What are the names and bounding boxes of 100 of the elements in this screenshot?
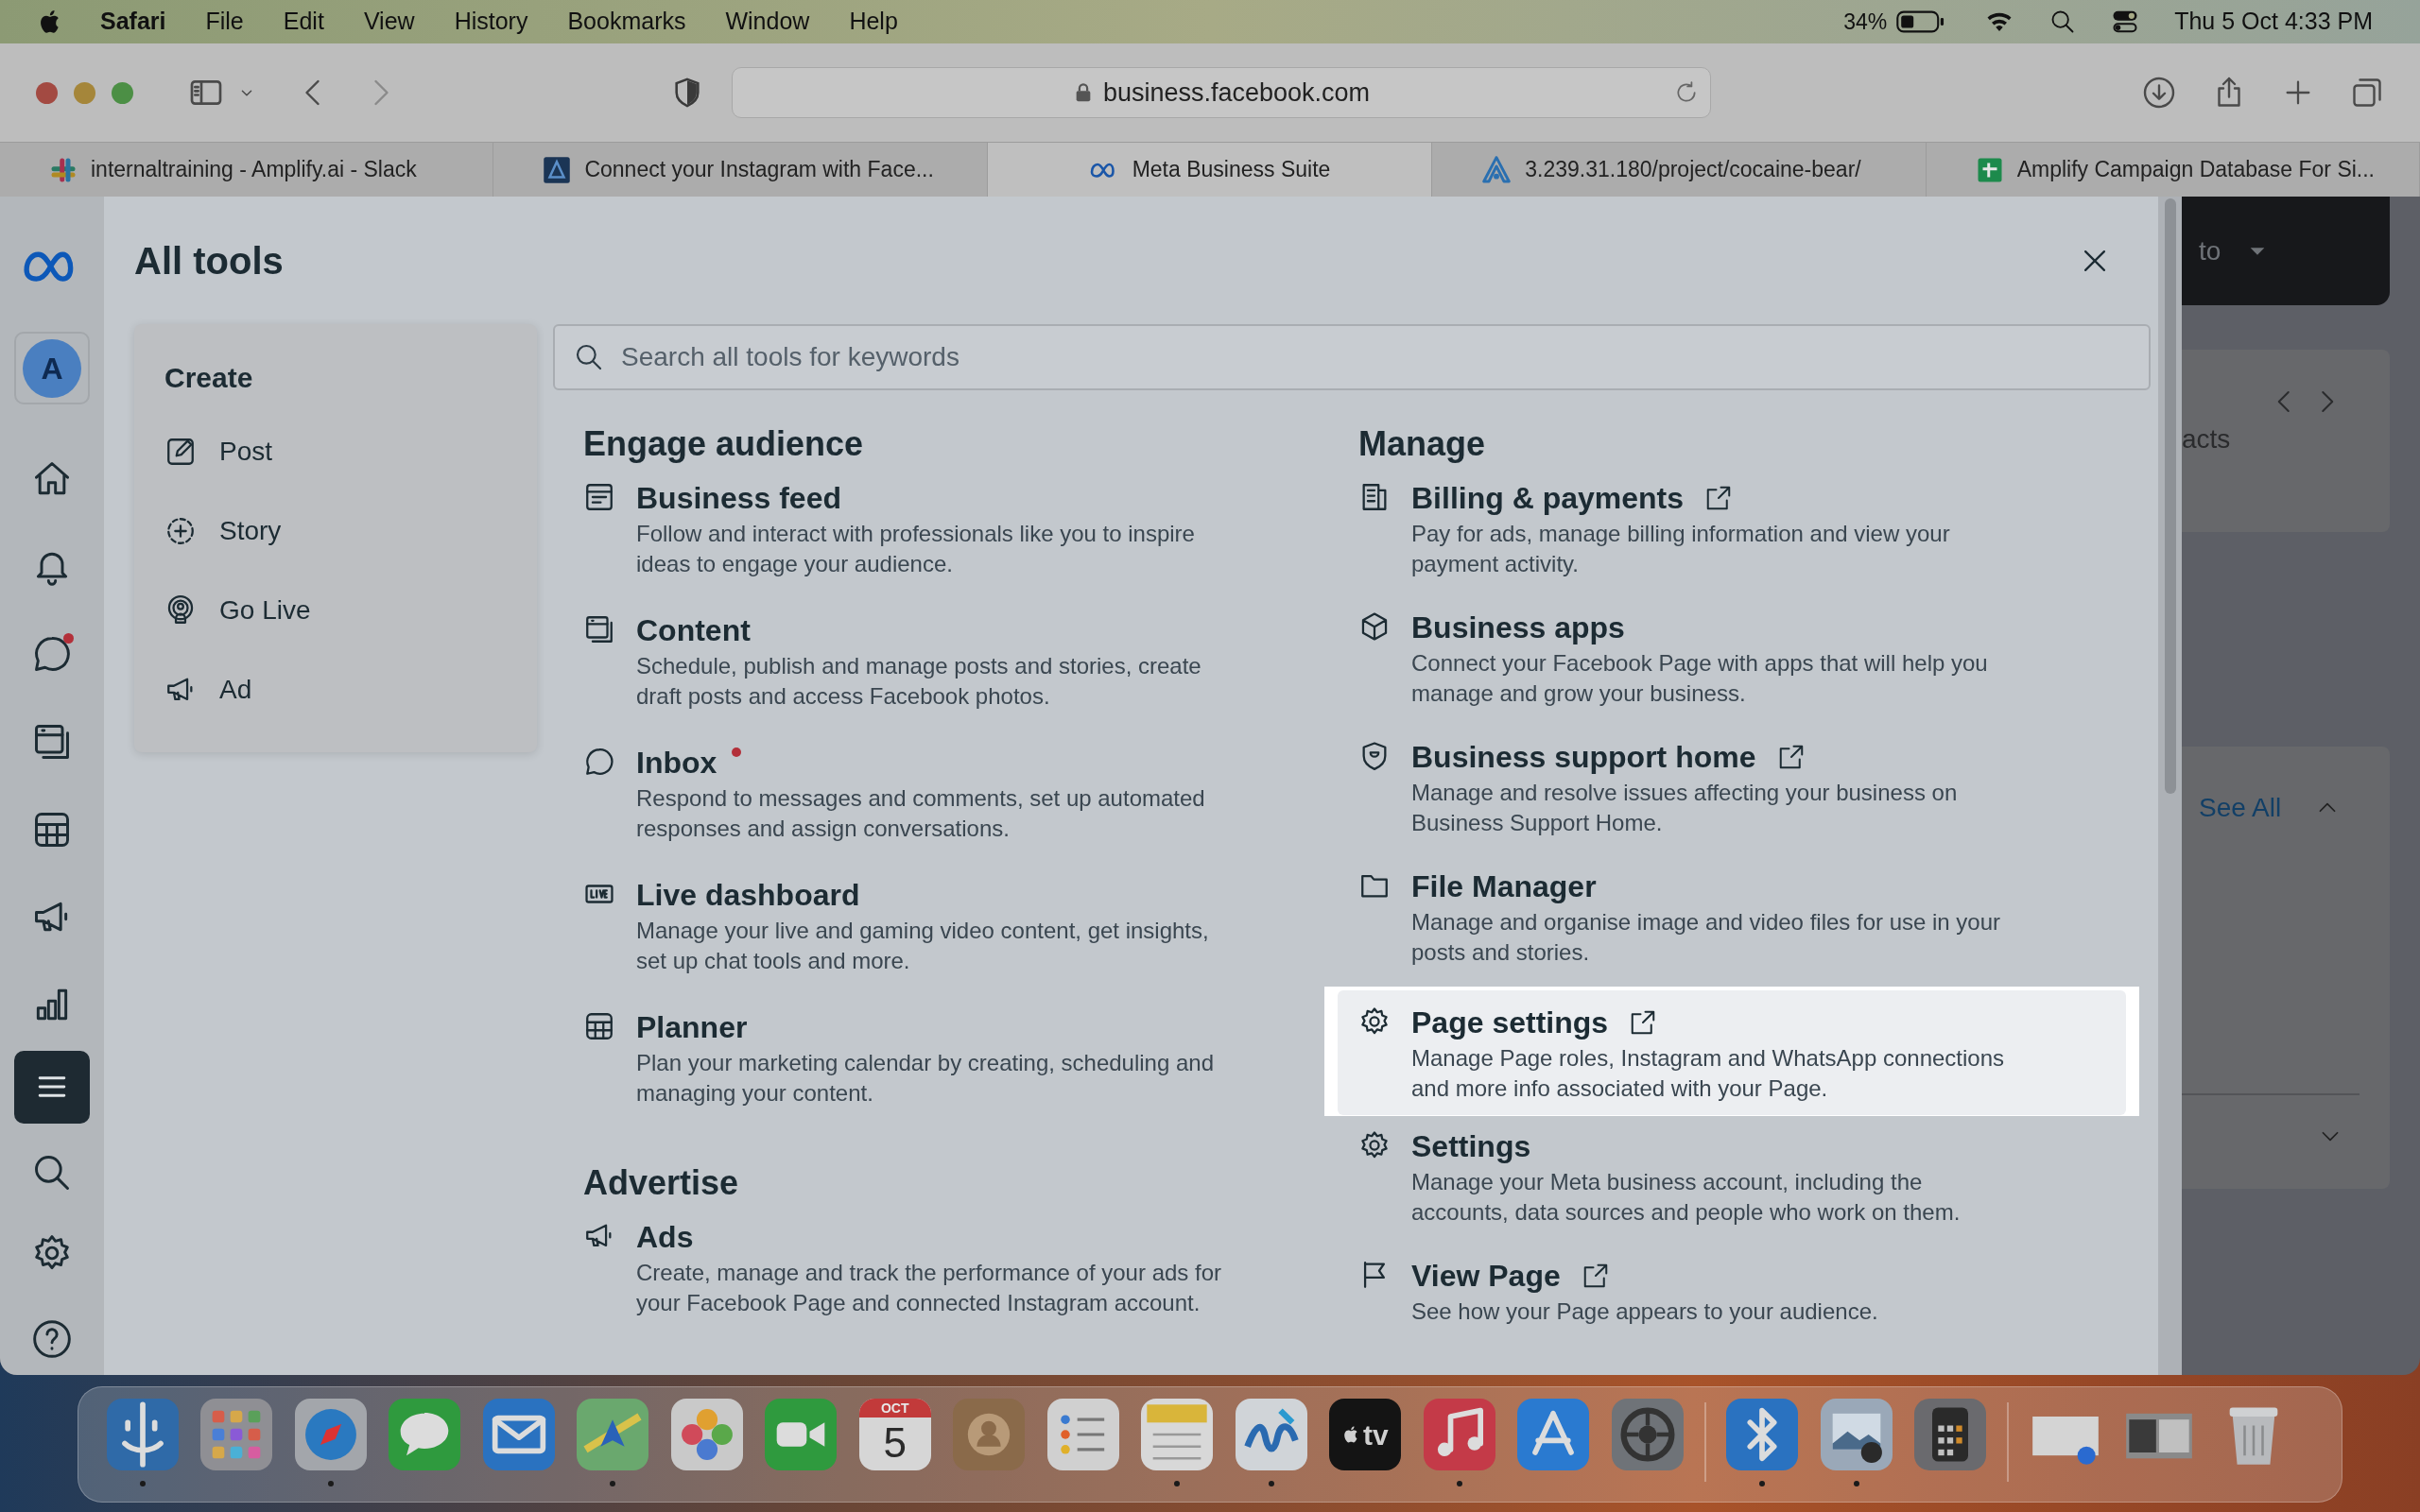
tool-description: Follow and interact with professionals like you to inspire ideas to engage your audience.	[636, 520, 1196, 578]
address-bar[interactable]: business.facebook.com	[732, 67, 1711, 118]
tool-item[interactable]: Business apps Connect your Facebook Page with apps that will help you manage and grow your business.	[1358, 597, 2135, 728]
tool-item[interactable]: View Page See how your Page appears to your audience.	[1358, 1245, 2135, 1375]
menu-item[interactable]: Edit	[283, 4, 324, 40]
tool-description: Manage and organise image and video files for use in your posts and stories.	[1411, 908, 2002, 968]
tool-item[interactable]: Inbox Respond to messages and comments, set up automated responses and assign conversations.	[583, 732, 1321, 865]
tool-description: Create, manage and track the performance of your ads for your Facebook Page and connected Instagram account.	[636, 1259, 1222, 1317]
menu-item[interactable]: History	[454, 4, 528, 40]
app-menu[interactable]: Safari	[100, 4, 166, 40]
tool-title: File Manager	[1411, 868, 1597, 906]
browser-tab[interactable]: Meta Business Suite	[987, 143, 1433, 197]
button-label: to	[2199, 234, 2221, 267]
download-icon[interactable]	[2142, 76, 2176, 110]
tool-item[interactable]: Planner Plan your marketing calendar by creating, scheduling and managing your content.	[583, 997, 1321, 1129]
grid-icon	[583, 1010, 615, 1042]
search-icon	[574, 342, 604, 372]
tab-title: Meta Business Suite	[1132, 156, 1331, 184]
tool-item[interactable]: Ads Create, manage and track the performance of your ads for your Facebook Page and connected Instagram account.	[583, 1207, 1321, 1339]
tool-item[interactable]: Live dashboard Manage your live and gaming video content, get insights, set up chat tools and more.	[583, 865, 1321, 997]
app-store-icon[interactable]	[1517, 1399, 1590, 1470]
tab-title: Connect your Instagram with Face...	[584, 156, 934, 184]
edit-icon	[164, 436, 197, 468]
avatar: A	[23, 338, 81, 398]
tool-description: Pay for ads, manage billing information and view your payment activity.	[1411, 520, 1951, 578]
gear-icon[interactable]	[1611, 1399, 1684, 1470]
tool-title: Business apps	[1411, 610, 1625, 647]
preview-icon[interactable]	[1820, 1399, 1893, 1470]
tool-title: Billing & payments	[1411, 480, 1685, 517]
envelope-icon[interactable]	[482, 1399, 555, 1470]
battery-percentage: 34%	[1843, 8, 1888, 36]
close-window-button[interactable]	[36, 81, 58, 104]
tool-item[interactable]: Business feed Follow and interact with professionals like you to inspire ideas to engage your audience.	[583, 468, 1321, 600]
flower-icon[interactable]	[670, 1399, 743, 1470]
tool-item[interactable]: Business support home Manage and resolve issues affecting your business on Business Support Home.	[1358, 727, 2135, 857]
tab-overview-icon[interactable]	[2350, 76, 2384, 110]
speech-bubble-icon[interactable]	[389, 1399, 461, 1470]
video-camera-icon[interactable]	[765, 1399, 838, 1470]
tool-description: Manage your live and gaming video content, get insights, set up chat tools and more.	[636, 917, 1210, 975]
calendar-month: OCT	[858, 1399, 931, 1418]
tool-item[interactable]: Page settings Manage Page roles, Instagram and WhatsApp connections and more info associated with your Page.	[1324, 986, 2139, 1116]
tool-description: Manage and resolve issues affecting your business on Business Support Home.	[1411, 779, 1959, 838]
create-item[interactable]: Story	[164, 491, 537, 571]
tv-app-icon[interactable]: tv	[1329, 1399, 1402, 1470]
create-item[interactable]: Post	[164, 412, 537, 491]
notepad-icon[interactable]	[1141, 1399, 1214, 1470]
battery-icon[interactable]	[1896, 9, 1946, 34]
tool-item[interactable]: Settings Manage your Meta business account, including the accounts, data sources and people who work on them.	[1358, 1115, 2135, 1246]
scrollbar-thumb[interactable]	[2164, 198, 2176, 794]
create-item[interactable]: Ad	[164, 650, 537, 730]
tool-title: Planner	[636, 1009, 748, 1046]
menu-item[interactable]: Bookmarks	[567, 4, 686, 40]
music-note-icon[interactable]	[1423, 1399, 1495, 1470]
bluetooth-icon[interactable]	[1726, 1399, 1799, 1470]
tool-description: See how your Page appears to your audience.	[1411, 1297, 1878, 1326]
search-input[interactable]: Search all tools for keywords	[621, 337, 2130, 377]
tool-title: Live dashboard	[636, 877, 860, 914]
tool-description: Schedule, publish and manage posts and stories, create draft posts and access Facebook photos.	[636, 652, 1202, 711]
section-heading: Advertise	[583, 1162, 740, 1204]
zoom-window-button[interactable]	[112, 81, 133, 104]
menu-item[interactable]: Window	[725, 4, 810, 40]
tool-title: View Page	[1411, 1257, 1561, 1295]
pages-icon	[583, 613, 615, 645]
tool-item[interactable]: Billing & payments Pay for ads, manage billing information and view your payment activity.	[1358, 468, 2135, 598]
url-text: business.facebook.com	[1102, 77, 1371, 109]
create-item[interactable]: Go Live	[164, 571, 537, 650]
tool-title: Page settings	[1411, 1004, 1609, 1041]
app-grid-icon[interactable]	[200, 1399, 273, 1470]
scribble-icon[interactable]	[1235, 1399, 1307, 1470]
menu-item[interactable]: Help	[849, 4, 898, 40]
a-logo-icon	[1481, 154, 1512, 185]
tool-item[interactable]: Content Schedule, publish and manage posts and stories, create draft posts and access Facebook photos.	[583, 600, 1321, 732]
map-icon[interactable]	[577, 1399, 649, 1470]
search-field[interactable]: Search all tools for keywords	[553, 324, 2151, 390]
tool-description: Connect your Facebook Page with apps that will help you manage and grow your business.	[1411, 649, 1989, 709]
calculator-icon[interactable]	[1914, 1399, 1987, 1470]
menu-item[interactable]: File	[205, 4, 244, 40]
newsfeed-icon	[583, 481, 615, 513]
menu-bar-clock[interactable]: Thu 5 Oct 4:33 PM	[2174, 4, 2373, 40]
menu-item[interactable]: View	[363, 4, 415, 40]
tab-title: Amplify Campaign Database For Si...	[2016, 156, 2375, 184]
checklist-icon[interactable]	[1046, 1399, 1119, 1470]
tool-title: Business feed	[636, 480, 841, 517]
help-icon	[31, 1317, 73, 1360]
tab-title: internaltraining - Amplify.ai - Slack	[91, 156, 417, 184]
tool-description: Manage your Meta business account, including the accounts, data sources and people who work on them.	[1411, 1167, 1962, 1227]
modal-title: All tools	[134, 238, 284, 284]
tool-item[interactable]: File Manager Manage and organise image and video files for use in your posts and stories.	[1358, 856, 2135, 987]
calendar-day: 5	[883, 1418, 907, 1469]
speech-bubble-icon	[583, 746, 615, 778]
tool-title: Settings	[1411, 1127, 1531, 1165]
dark-button[interactable]: to	[2182, 197, 2390, 305]
calendar-icon[interactable]: OCT 5	[858, 1399, 931, 1470]
section-heading: Manage	[1358, 423, 1487, 465]
compass-icon[interactable]	[294, 1399, 367, 1470]
tv-label: tv	[1362, 1418, 1389, 1452]
tool-title: Content	[636, 612, 751, 649]
nav-item[interactable]	[14, 1050, 90, 1124]
tool-description: Manage Page roles, Instagram and WhatsApp connections and more info associated with your Page.	[1411, 1043, 2006, 1103]
card-text: acts	[2182, 423, 2232, 455]
